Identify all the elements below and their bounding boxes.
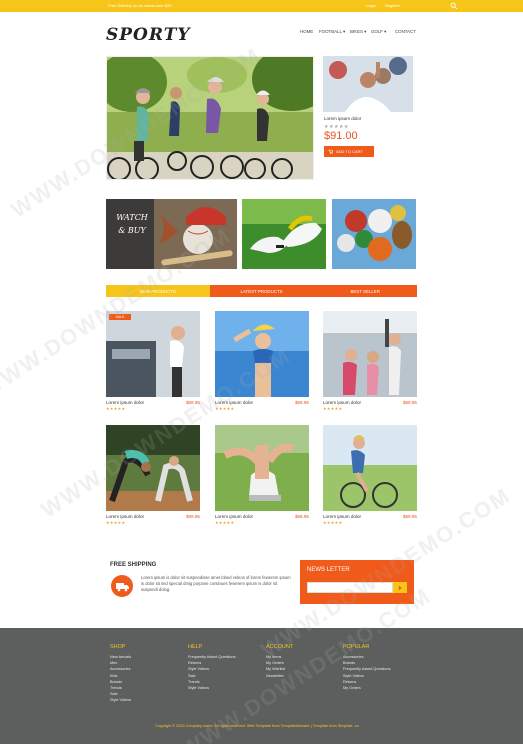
footer-link[interactable]: Style Videos bbox=[188, 685, 236, 691]
product-card[interactable]: Lorem ipsum dolor $59.95 ★★★★★ bbox=[323, 425, 417, 525]
footer-column-help: HELP Frequently Asked Questions Returns … bbox=[188, 644, 236, 691]
arrow-right-icon bbox=[398, 585, 402, 590]
promo-football-boots[interactable] bbox=[242, 199, 326, 269]
featured-product-name[interactable]: Lorem ipsum dolor bbox=[324, 116, 361, 121]
newsletter-title: NEWS LETTER bbox=[307, 567, 350, 573]
product-rating: ★★★★★ bbox=[215, 520, 235, 525]
featured-product-price: $91.00 bbox=[324, 130, 358, 142]
product-price: $59.95 bbox=[402, 514, 417, 519]
product-rating: ★★★★★ bbox=[323, 406, 343, 411]
product-image[interactable] bbox=[323, 311, 417, 397]
product-name[interactable]: Lorem ipsum dolor bbox=[106, 400, 144, 405]
product-image[interactable] bbox=[215, 425, 309, 511]
footer-link[interactable]: My Orders bbox=[343, 685, 391, 691]
footer-link[interactable]: Frequently Asked Questions bbox=[343, 666, 391, 672]
footer-heading: SHOP bbox=[110, 644, 126, 650]
add-to-cart-label: ADD TO CART bbox=[336, 149, 363, 154]
register-link[interactable]: Register bbox=[385, 3, 400, 8]
nav-bikes[interactable]: BIKES ▾ bbox=[350, 29, 366, 35]
truck-icon bbox=[111, 575, 133, 597]
product-image[interactable] bbox=[323, 425, 417, 511]
promo-sport-balls[interactable] bbox=[332, 199, 416, 269]
product-name[interactable]: Lorem ipsum dolor bbox=[106, 514, 144, 519]
tab-best-seller[interactable]: BEST SELLER bbox=[313, 285, 418, 297]
product-card[interactable]: SALE Lorem ipsum dolor $59.95 ★★★★★ bbox=[106, 311, 200, 411]
product-image[interactable]: SALE bbox=[106, 311, 200, 397]
product-rating: ★★★★★ bbox=[323, 520, 343, 525]
product-rating: ★★★★★ bbox=[106, 406, 126, 411]
product-card[interactable]: Lorem ipsum dolor $59.95 ★★★★★ bbox=[323, 311, 417, 411]
free-shipping-title: FREE SHIPPING bbox=[110, 562, 157, 568]
watch-buy-label: WATCH & BUY bbox=[116, 213, 148, 235]
free-shipping-text: Lorem ipsum is dolor sit suspendisse ame… bbox=[141, 575, 291, 592]
top-bar: Free Delivery on all orders over $20 Log… bbox=[0, 0, 523, 12]
product-price: $59.95 bbox=[185, 514, 200, 519]
product-rating: ★★★★★ bbox=[106, 520, 126, 525]
nav-contact[interactable]: CONTACT bbox=[395, 29, 416, 34]
login-link[interactable]: Login bbox=[366, 3, 376, 8]
footer-link[interactable]: Style Videos bbox=[110, 697, 131, 703]
footer-column-shop: SHOP New Arrivals Men Accessories Kids B… bbox=[110, 644, 131, 704]
footer-heading: HELP bbox=[188, 644, 203, 650]
product-price: $59.95 bbox=[294, 400, 309, 405]
product-price: $59.95 bbox=[402, 400, 417, 405]
site-logo[interactable]: SPORTY bbox=[106, 25, 190, 45]
footer-link[interactable]: Accessories bbox=[110, 666, 131, 672]
nav-football[interactable]: FOOTBALL ▾ bbox=[319, 29, 345, 35]
product-name[interactable]: Lorem ipsum dolor bbox=[323, 514, 361, 519]
add-to-cart-button[interactable]: ADD TO CART bbox=[324, 146, 374, 157]
product-card[interactable]: Lorem ipsum dolor $59.95 ★★★★★ bbox=[215, 425, 309, 525]
nav-golf[interactable]: GOLF ▾ bbox=[371, 29, 386, 35]
product-price: $59.95 bbox=[294, 514, 309, 519]
nav-home[interactable]: HOME bbox=[300, 29, 313, 34]
product-name[interactable]: Lorem ipsum dolor bbox=[215, 514, 253, 519]
copyright-text: Copyright © 2015 Company name. All right… bbox=[155, 724, 359, 728]
welcome-message: Free Delivery on all orders over $20 bbox=[108, 3, 172, 8]
featured-product-image[interactable] bbox=[323, 56, 413, 112]
tab-latest-products[interactable]: LATEST PRODUCTS bbox=[209, 285, 314, 297]
search-icon[interactable] bbox=[450, 2, 458, 10]
product-name[interactable]: Lorem ipsum dolor bbox=[323, 400, 361, 405]
cart-icon bbox=[328, 149, 333, 154]
newsletter-submit-button[interactable] bbox=[393, 582, 407, 593]
